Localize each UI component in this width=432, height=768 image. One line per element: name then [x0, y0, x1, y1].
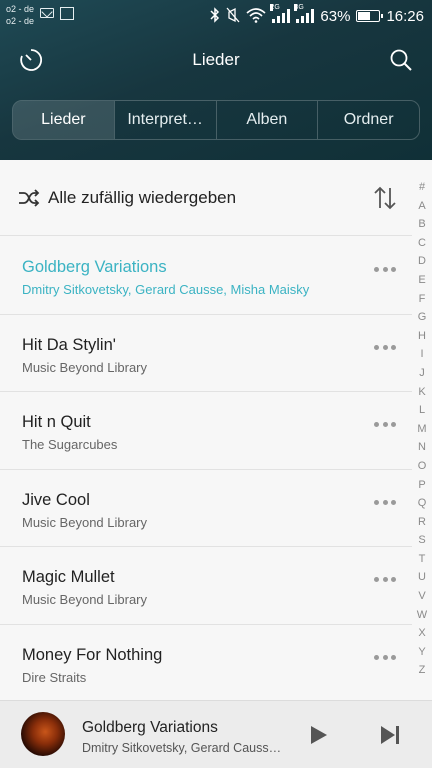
song-row[interactable]: Hit n Quit The Sugarcubes: [0, 392, 412, 470]
song-artist: Music Beyond Library: [22, 592, 147, 607]
more-icon[interactable]: [374, 344, 396, 353]
status-icons: 2G 3G 63% 16:26: [210, 4, 424, 28]
index-letter[interactable]: G: [418, 308, 427, 327]
now-playing-title: Goldberg Variations: [82, 719, 218, 736]
index-letter[interactable]: W: [417, 606, 427, 625]
battery-icon: [356, 10, 384, 22]
index-letter[interactable]: I: [420, 345, 423, 364]
shuffle-all-label: Alle zufällig wiedergeben: [48, 188, 237, 207]
song-artist: Music Beyond Library: [22, 514, 147, 530]
tab-bar: Lieder Interpret… Alben Ordner: [12, 100, 420, 140]
more-icon[interactable]: [374, 422, 396, 430]
index-letter[interactable]: M: [417, 420, 426, 439]
index-letter[interactable]: B: [418, 215, 425, 234]
title-bar: Lieder: [0, 38, 432, 82]
song-row[interactable]: Hit Da Stylin' Music Beyond Library: [0, 315, 412, 392]
shuffle-all-row[interactable]: Alle zufällig wiedergeben: [0, 160, 412, 236]
song-list: Goldberg Variations Dmitry Sitkovetsky, …: [0, 237, 412, 702]
tab-songs[interactable]: Lieder: [13, 101, 114, 139]
index-letter[interactable]: A: [418, 197, 425, 216]
shuffle-icon: [18, 188, 40, 208]
skip-next-icon[interactable]: [378, 723, 402, 747]
carrier-info: o2 - de o2 - de: [6, 3, 34, 27]
song-row[interactable]: Goldberg Variations Dmitry Sitkovetsky, …: [0, 237, 412, 315]
more-icon[interactable]: [374, 499, 396, 508]
tab-albums[interactable]: Alben: [215, 101, 318, 139]
carrier-label: o2 - de: [6, 4, 35, 14]
more-icon[interactable]: [374, 267, 396, 275]
song-title: Goldberg Variations: [22, 258, 167, 276]
song-title: Hit n Quit: [22, 413, 91, 431]
song-title: Jive Cool: [22, 490, 90, 509]
index-letter[interactable]: Y: [418, 643, 425, 662]
index-letter[interactable]: T: [419, 550, 426, 569]
index-letter[interactable]: V: [418, 587, 425, 606]
album-art[interactable]: [21, 712, 65, 756]
song-artist: Dire Straits: [22, 669, 87, 685]
search-icon[interactable]: [388, 47, 414, 73]
index-letter[interactable]: Q: [418, 494, 427, 513]
index-letter[interactable]: R: [418, 513, 426, 532]
tab-folders[interactable]: Ordner: [317, 101, 419, 139]
play-icon[interactable]: [306, 723, 330, 747]
mail-icon: [40, 8, 54, 18]
carrier-label: o2 - de: [6, 16, 35, 26]
sort-icon[interactable]: [372, 184, 398, 212]
index-letter[interactable]: K: [418, 383, 425, 402]
index-letter[interactable]: S: [418, 531, 425, 550]
index-letter[interactable]: O: [418, 457, 427, 476]
song-title: Money For Nothing: [22, 645, 163, 664]
song-artist: Dmitry Sitkovetsky, Gerard Causse, Misha…: [22, 282, 310, 297]
header: o2 - de o2 - de 2G 3G 63% 16:26 Lieder L…: [0, 0, 432, 160]
bluetooth-icon: [210, 6, 220, 26]
tab-artists[interactable]: Interpret…: [113, 101, 216, 139]
song-title: Magic Mullet: [22, 568, 115, 586]
song-title: Hit Da Stylin': [22, 335, 116, 354]
more-icon[interactable]: [374, 577, 396, 585]
index-letter[interactable]: #: [419, 178, 425, 197]
battery-percent: 63%: [320, 7, 351, 25]
image-icon: [60, 7, 74, 20]
index-letter[interactable]: P: [418, 476, 425, 495]
index-letter[interactable]: Z: [419, 661, 426, 680]
mute-icon: [226, 7, 240, 26]
signal-icon: 3G: [294, 4, 315, 23]
clock: 16:26: [386, 7, 424, 25]
more-icon[interactable]: [374, 654, 396, 663]
network-type-label: 3G: [294, 4, 304, 11]
index-letter[interactable]: U: [418, 568, 426, 587]
song-artist: The Sugarcubes: [22, 437, 118, 452]
index-letter[interactable]: F: [419, 290, 426, 309]
song-row[interactable]: Money For Nothing Dire Straits: [0, 625, 412, 702]
index-letter[interactable]: X: [418, 624, 425, 643]
page-title: Lieder: [192, 50, 240, 69]
song-row[interactable]: Magic Mullet Music Beyond Library: [0, 547, 412, 625]
network-type-label: 2G: [270, 4, 280, 11]
index-letter[interactable]: D: [418, 252, 426, 271]
alphabet-index[interactable]: # A B C D E F G H I J K L M N O P Q R S T U V W X Y Z: [412, 178, 432, 680]
song-artist: Music Beyond Library: [22, 359, 147, 375]
index-letter[interactable]: E: [418, 271, 425, 290]
signal-icon: 2G: [270, 4, 291, 23]
index-letter[interactable]: H: [418, 327, 426, 346]
index-letter[interactable]: J: [419, 364, 425, 383]
wifi-icon: [246, 7, 266, 26]
now-playing-artist: Dmitry Sitkovetsky, Gerard Causse, Misha…: [82, 741, 282, 755]
index-letter[interactable]: L: [419, 401, 425, 420]
index-letter[interactable]: N: [418, 438, 426, 457]
status-bar: o2 - de o2 - de 2G 3G 63% 16:26: [0, 0, 432, 32]
song-row[interactable]: Jive Cool Music Beyond Library: [0, 470, 412, 547]
mini-player[interactable]: Goldberg Variations Dmitry Sitkovetsky, …: [0, 700, 432, 768]
index-letter[interactable]: C: [418, 234, 426, 253]
